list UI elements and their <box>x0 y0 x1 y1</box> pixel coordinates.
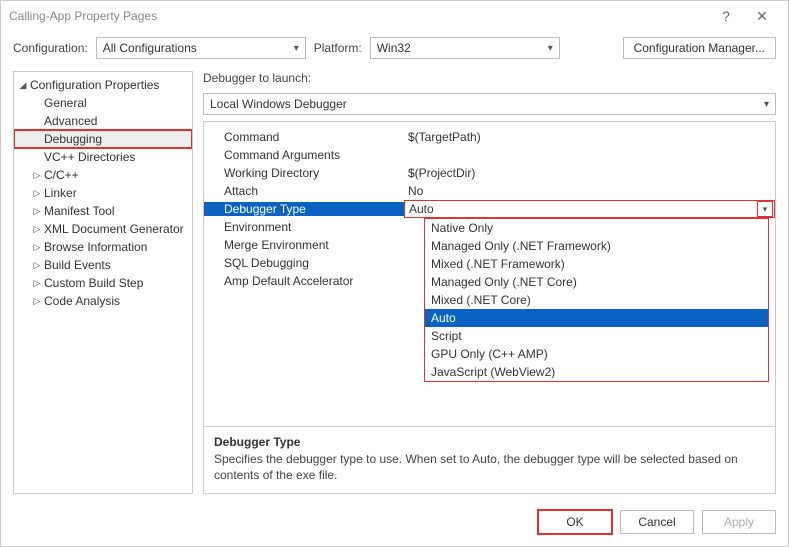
caret-right-icon: ▷ <box>32 170 42 181</box>
caret-right-icon: ▷ <box>32 224 42 235</box>
tree-item[interactable]: Debugging <box>14 130 192 148</box>
tree-item[interactable]: ▷Manifest Tool <box>14 202 192 220</box>
dropdown-option[interactable]: GPU Only (C++ AMP) <box>425 345 768 363</box>
tree-item[interactable]: Advanced <box>14 112 192 130</box>
grid-property-value[interactable]: Auto▾ <box>404 200 775 218</box>
window-title: Calling-App Property Pages <box>9 9 708 23</box>
debugger-launch-label: Debugger to launch: <box>203 71 776 85</box>
dropdown-option[interactable]: Auto <box>425 309 768 327</box>
close-button[interactable]: ✕ <box>744 8 780 25</box>
tree-item-label: Code Analysis <box>42 294 120 308</box>
description-text: Specifies the debugger type to use. When… <box>214 451 765 483</box>
caret-down-icon: ◢ <box>18 80 28 91</box>
tree-item-label: Linker <box>42 186 77 200</box>
caret-right-icon: ▷ <box>32 242 42 253</box>
dropdown-option[interactable]: Managed Only (.NET Framework) <box>425 237 768 255</box>
tree-item[interactable]: General <box>14 94 192 112</box>
dropdown-button[interactable]: ▾ <box>757 201 773 217</box>
grid-row[interactable]: Working Directory$(ProjectDir) <box>204 164 775 182</box>
dropdown-option[interactable]: Script <box>425 327 768 345</box>
grid-property-name: Merge Environment <box>204 238 404 252</box>
grid-property-name: Working Directory <box>204 166 404 180</box>
tree-item[interactable]: ▷XML Document Generator <box>14 220 192 238</box>
chevron-down-icon: ▾ <box>760 99 769 110</box>
tree-item[interactable]: ▷Linker <box>14 184 192 202</box>
grid-property-name: SQL Debugging <box>204 256 404 270</box>
tree-item-label: C/C++ <box>42 168 79 182</box>
caret-right-icon: ▷ <box>32 260 42 271</box>
tree-item[interactable]: ▷Custom Build Step <box>14 274 192 292</box>
description-title: Debugger Type <box>214 435 765 449</box>
tree-item-label: VC++ Directories <box>42 150 135 164</box>
tree-item-label: Debugging <box>42 132 102 146</box>
dialog-buttons: OK Cancel Apply <box>1 502 788 546</box>
property-grid[interactable]: Command$(TargetPath)Command ArgumentsWor… <box>204 128 775 426</box>
chevron-down-icon: ▾ <box>290 43 299 54</box>
config-row: Configuration: All Configurations ▾ Plat… <box>1 31 788 71</box>
cancel-button[interactable]: Cancel <box>620 510 694 534</box>
dropdown-option[interactable]: Managed Only (.NET Core) <box>425 273 768 291</box>
grid-row[interactable]: Debugger TypeAuto▾ <box>204 200 775 218</box>
grid-property-name: Debugger Type <box>204 202 404 216</box>
grid-row[interactable]: AttachNo <box>204 182 775 200</box>
tree-root[interactable]: ◢ Configuration Properties <box>14 76 192 94</box>
caret-right-icon: ▷ <box>32 188 42 199</box>
chevron-down-icon: ▾ <box>544 43 553 54</box>
right-pane: Debugger to launch: Local Windows Debugg… <box>203 71 776 494</box>
dropdown-option[interactable]: Mixed (.NET Core) <box>425 291 768 309</box>
debugger-launch-value: Local Windows Debugger <box>210 97 760 111</box>
tree-item[interactable]: ▷Browse Information <box>14 238 192 256</box>
tree-item-label: Advanced <box>42 114 97 128</box>
configuration-combo[interactable]: All Configurations ▾ <box>96 37 306 59</box>
configuration-label: Configuration: <box>13 41 88 55</box>
body: ◢ Configuration Properties General Advanc… <box>1 71 788 502</box>
caret-right-icon: ▷ <box>32 206 42 217</box>
tree-item[interactable]: VC++ Directories <box>14 148 192 166</box>
grid-property-name: Command Arguments <box>204 148 404 162</box>
grid-property-name: Environment <box>204 220 404 234</box>
grid-property-value[interactable]: No <box>404 184 775 198</box>
ok-button[interactable]: OK <box>538 510 612 534</box>
grid-property-name: Attach <box>204 184 404 198</box>
configuration-value: All Configurations <box>103 41 290 55</box>
platform-combo[interactable]: Win32 ▾ <box>370 37 560 59</box>
tree-item[interactable]: ▷Build Events <box>14 256 192 274</box>
dropdown-option[interactable]: Mixed (.NET Framework) <box>425 255 768 273</box>
tree-item-label: Manifest Tool <box>42 204 114 218</box>
tree-item[interactable]: ▷C/C++ <box>14 166 192 184</box>
property-pages-window: Calling-App Property Pages ? ✕ Configura… <box>0 0 789 547</box>
grid-row[interactable]: Command Arguments <box>204 146 775 164</box>
dropdown-option[interactable]: JavaScript (WebView2) <box>425 363 768 381</box>
grid-value-text: Auto <box>409 202 757 216</box>
tree-item-label: General <box>42 96 87 110</box>
tree-root-label: Configuration Properties <box>28 78 159 92</box>
property-grid-container: Command$(TargetPath)Command ArgumentsWor… <box>203 121 776 494</box>
grid-row[interactable]: Command$(TargetPath) <box>204 128 775 146</box>
tree-item-label: Custom Build Step <box>42 276 143 290</box>
config-tree[interactable]: ◢ Configuration Properties General Advanc… <box>13 71 193 494</box>
configuration-manager-button[interactable]: Configuration Manager... <box>623 37 776 59</box>
tree-item-label: XML Document Generator <box>42 222 184 236</box>
grid-property-name: Amp Default Accelerator <box>204 274 404 288</box>
help-button[interactable]: ? <box>708 8 744 24</box>
debugger-type-dropdown[interactable]: Native OnlyManaged Only (.NET Framework)… <box>424 218 769 382</box>
platform-value: Win32 <box>377 41 544 55</box>
grid-property-name: Command <box>204 130 404 144</box>
tree-item-label: Browse Information <box>42 240 147 254</box>
property-description: Debugger Type Specifies the debugger typ… <box>204 426 775 493</box>
titlebar: Calling-App Property Pages ? ✕ <box>1 1 788 31</box>
debugger-launch-combo[interactable]: Local Windows Debugger ▾ <box>203 93 776 115</box>
caret-right-icon: ▷ <box>32 296 42 307</box>
grid-property-value[interactable]: $(ProjectDir) <box>404 166 775 180</box>
tree-item-label: Build Events <box>42 258 111 272</box>
apply-button[interactable]: Apply <box>702 510 776 534</box>
dropdown-option[interactable]: Native Only <box>425 219 768 237</box>
platform-label: Platform: <box>314 41 362 55</box>
grid-property-value[interactable]: $(TargetPath) <box>404 130 775 144</box>
caret-right-icon: ▷ <box>32 278 42 289</box>
tree-item[interactable]: ▷Code Analysis <box>14 292 192 310</box>
